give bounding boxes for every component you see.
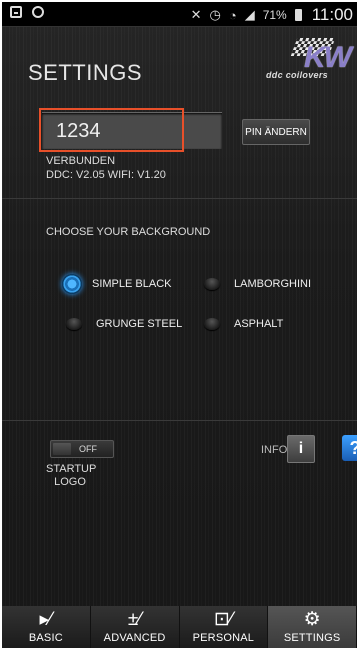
radio-selected-icon [62, 274, 82, 294]
pin-highlight-box [39, 108, 184, 152]
signal-icon: ◢ [244, 7, 255, 22]
radio-unselected-icon [204, 278, 220, 290]
startup-logo-label: STARTUP LOGO [46, 463, 97, 488]
help-button[interactable]: ? [342, 435, 357, 461]
divider [2, 198, 357, 199]
tab-advanced[interactable]: ±⁄ ADVANCED [90, 606, 180, 648]
battery-icon [294, 9, 302, 21]
gear-icon: ⚙ [303, 609, 321, 630]
app-screen: ✕ ◷ ◔ ◢ 71% 11:00 SETTINGS KW ddc coilov… [2, 2, 357, 648]
advanced-icon: ±⁄ [127, 609, 142, 630]
page-title: SETTINGS [28, 60, 143, 85]
toggle-state: OFF [79, 444, 97, 454]
radio-unselected-icon [204, 318, 220, 330]
startup-logo-toggle[interactable]: OFF [50, 440, 114, 458]
tab-personal[interactable]: ⊡⁄ PERSONAL [179, 606, 269, 648]
info-label: INFO [261, 444, 288, 456]
version-info: DDC: V2.05 WIFI: V1.20 [46, 169, 166, 181]
personal-lock-icon: ⊡⁄ [213, 609, 233, 630]
background-heading: CHOOSE YOUR BACKGROUND [46, 226, 211, 238]
info-icon: i [298, 440, 304, 457]
radio-grunge-steel[interactable]: GRUNGE STEEL [66, 318, 182, 330]
bottom-tab-bar: ▸⁄ BASIC ±⁄ ADVANCED ⊡⁄ PERSONAL ⚙ SETTI… [2, 606, 357, 648]
clock: 11:00 [311, 5, 353, 24]
radio-simple-black[interactable]: SIMPLE BLACK [62, 274, 171, 294]
wifi-icon: ◔ [228, 7, 237, 23]
info-button[interactable]: i [287, 435, 315, 463]
radio-lamborghini[interactable]: LAMBORGHINI [204, 278, 311, 290]
toggle-knob [53, 443, 71, 455]
connection-status: VERBUNDEN [46, 155, 116, 167]
alarm-icon: ◷ [209, 7, 221, 22]
tab-settings[interactable]: ⚙ SETTINGS [268, 606, 357, 648]
basic-icon: ▸⁄ [39, 609, 53, 630]
kw-logo: KW ddc coilovers [264, 36, 354, 86]
notification-circle-icon [32, 6, 44, 18]
status-bar: ✕ ◷ ◔ ◢ 71% 11:00 [2, 2, 357, 27]
radio-asphalt[interactable]: ASPHALT [204, 318, 283, 330]
help-icon: ? [350, 438, 358, 459]
radio-unselected-icon [66, 318, 82, 330]
change-pin-button[interactable]: PIN ÄNDERN [242, 119, 310, 145]
battery-percent: 71% [262, 8, 287, 22]
screenshot-icon [10, 6, 22, 18]
divider [2, 420, 357, 421]
mute-icon: ✕ [190, 7, 202, 22]
tab-basic[interactable]: ▸⁄ BASIC [2, 606, 91, 648]
